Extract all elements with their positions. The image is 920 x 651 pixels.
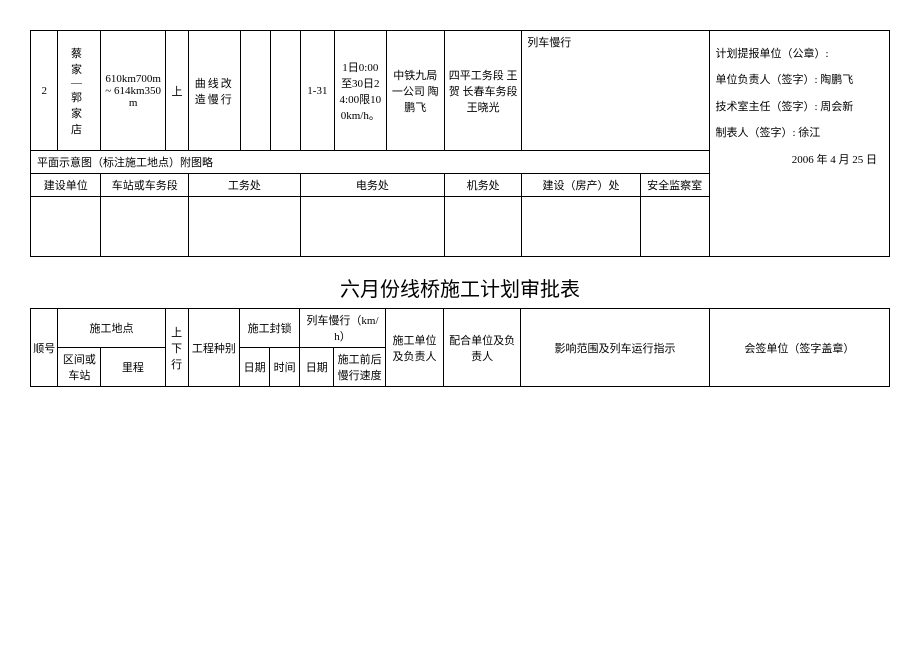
cell-coop-person: 四平工务段 王贺 长春车务段 王晓光 <box>444 31 521 151</box>
dept-cell <box>640 197 709 257</box>
cell-seal-time <box>270 31 300 151</box>
dept-5: 机务处 <box>444 174 521 197</box>
dept-3: 工务处 <box>189 174 301 197</box>
cell-project-type: 曲线改造慢行 <box>189 31 241 151</box>
dept-cell <box>522 197 641 257</box>
plan-unit-line: 计划提报单位（公章）: <box>716 41 884 67</box>
cell-updown: 上 <box>165 31 188 151</box>
cell-influence: 列车慢行 <box>522 31 709 151</box>
dept-cell <box>300 197 444 257</box>
hdr-slow-speed: 施工前后慢行速度 <box>334 348 385 387</box>
caption-cell: 平面示意图（标注施工地点）附图略 <box>31 151 710 174</box>
approval-table-upper: 2 蔡 家 — 郭 家 店 610km700m ~ 614km350m 上 曲线… <box>30 30 890 257</box>
hdr-slow: 列车慢行（km/h） <box>300 309 386 348</box>
tech-head-line: 技术室主任（签字）: 周会新 <box>716 94 884 120</box>
dept-1: 建设单位 <box>31 174 101 197</box>
hdr-influence: 影响范围及列车运行指示 <box>521 309 710 387</box>
dept-cell <box>444 197 521 257</box>
cell-seal-date <box>240 31 270 151</box>
cell-mileage: 610km700m ~ 614km350m <box>101 31 165 151</box>
cell-station: 蔡 家 — 郭 家 店 <box>58 31 101 151</box>
dept-6: 建设（房产）处 <box>522 174 641 197</box>
hdr-num: 顺号 <box>31 309 58 387</box>
hdr-seal-time: 时间 <box>270 348 300 387</box>
unit-head-line: 单位负责人（签字）: 陶鹏飞 <box>716 67 884 93</box>
cell-unit-person: 中铁九局一公司 陶鹏飞 <box>386 31 444 151</box>
form-author-line: 制表人（签字）: 徐江 <box>716 120 884 146</box>
hdr-slow-date: 日期 <box>300 348 334 387</box>
cell-num: 2 <box>31 31 58 151</box>
dept-cell <box>189 197 301 257</box>
dept-cell <box>31 197 101 257</box>
header-row-1: 顺号 施工地点 上下行 工程种别 施工封锁 列车慢行（km/h） 施工单位及负责… <box>31 309 890 348</box>
date-line: 2006 年 4 月 25 日 <box>716 147 884 173</box>
hdr-coop: 配合单位及负责人 <box>444 309 521 387</box>
hdr-loc: 施工地点 <box>58 309 165 348</box>
hdr-loc-mileage: 里程 <box>101 348 165 387</box>
data-row: 2 蔡 家 — 郭 家 店 610km700m ~ 614km350m 上 曲线… <box>31 31 890 151</box>
hdr-unit: 施工单位及负责人 <box>385 309 443 387</box>
signatures-block: 计划提报单位（公章）: 单位负责人（签字）: 陶鹏飞 技术室主任（签字）: 周会… <box>709 31 890 257</box>
cell-slow-speed: 1日0:00至30日24:00限100km/h。 <box>335 31 387 151</box>
hdr-type: 工程种别 <box>188 309 239 387</box>
hdr-seal: 施工封锁 <box>240 309 300 348</box>
hdr-signoff: 会签单位（签字盖章） <box>709 309 889 387</box>
cell-slow-date: 1-31 <box>300 31 334 151</box>
page-title: 六月份线桥施工计划审批表 <box>30 273 890 302</box>
dept-7: 安全监察室 <box>640 174 709 197</box>
hdr-loc-station: 区间或车站 <box>58 348 101 387</box>
dept-2: 车站或车务段 <box>101 174 189 197</box>
hdr-seal-date: 日期 <box>240 348 270 387</box>
dept-cell <box>101 197 189 257</box>
dept-4: 电务处 <box>300 174 444 197</box>
approval-table-lower: 顺号 施工地点 上下行 工程种别 施工封锁 列车慢行（km/h） 施工单位及负责… <box>30 308 890 387</box>
hdr-updown: 上下行 <box>165 309 188 387</box>
